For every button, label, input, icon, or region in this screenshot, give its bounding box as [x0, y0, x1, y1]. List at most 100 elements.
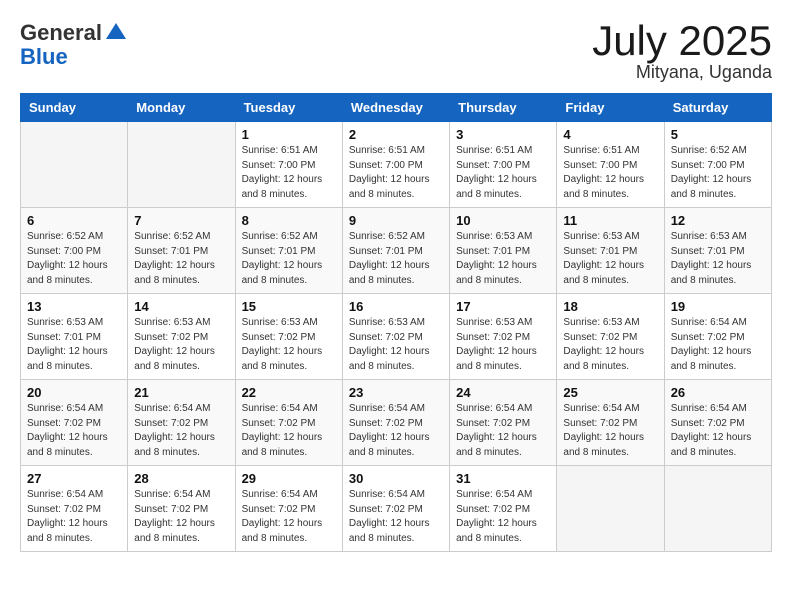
day-info: Sunrise: 6:53 AM Sunset: 7:02 PM Dayligh… — [242, 316, 336, 374]
logo-general-text: General — [20, 20, 102, 46]
day-info: Sunrise: 6:54 AM Sunset: 7:02 PM Dayligh… — [349, 402, 443, 460]
calendar-cell: 6 Sunrise: 6:52 AM Sunset: 7:00 PM Daylig… — [21, 208, 128, 294]
calendar-cell — [21, 122, 128, 208]
day-info: Sunrise: 6:51 AM Sunset: 7:00 PM Dayligh… — [456, 144, 550, 202]
calendar-cell: 13 Sunrise: 6:53 AM Sunset: 7:01 PM Dayli… — [21, 294, 128, 380]
calendar-week-row: 13 Sunrise: 6:53 AM Sunset: 7:01 PM Dayli… — [21, 294, 772, 380]
day-info: Sunrise: 6:53 AM Sunset: 7:01 PM Dayligh… — [27, 316, 121, 374]
day-number: 1 — [242, 127, 336, 142]
month-title: July 2025 — [592, 20, 772, 62]
day-number: 30 — [349, 471, 443, 486]
day-number: 25 — [563, 385, 657, 400]
calendar-cell: 9Sunrise: 6:52 AM Sunset: 7:01 PM Daylig… — [342, 208, 449, 294]
calendar-cell: 22Sunrise: 6:54 AM Sunset: 7:02 PM Dayli… — [235, 380, 342, 466]
day-number: 7 — [134, 213, 228, 228]
calendar-cell: 17 Sunrise: 6:53 AM Sunset: 7:02 PM Dayli… — [450, 294, 557, 380]
day-info: Sunrise: 6:54 AM Sunset: 7:02 PM Dayligh… — [27, 488, 121, 546]
calendar-cell: 16Sunrise: 6:53 AM Sunset: 7:02 PM Dayli… — [342, 294, 449, 380]
calendar-cell: 1 Sunrise: 6:51 AM Sunset: 7:00 PM Daylig… — [235, 122, 342, 208]
calendar-cell: 8Sunrise: 6:52 AM Sunset: 7:01 PM Daylig… — [235, 208, 342, 294]
calendar-cell: 11Sunrise: 6:53 AM Sunset: 7:01 PM Dayli… — [557, 208, 664, 294]
day-info: Sunrise: 6:54 AM Sunset: 7:02 PM Dayligh… — [456, 402, 550, 460]
page-header: General Blue July 2025 Mityana, Uganda — [20, 20, 772, 83]
calendar-cell: 27 Sunrise: 6:54 AM Sunset: 7:02 PM Dayli… — [21, 466, 128, 552]
calendar-cell: 10 Sunrise: 6:53 AM Sunset: 7:01 PM Dayli… — [450, 208, 557, 294]
calendar-week-row: 6 Sunrise: 6:52 AM Sunset: 7:00 PM Daylig… — [21, 208, 772, 294]
day-number: 6 — [27, 213, 121, 228]
calendar-cell — [557, 466, 664, 552]
day-number: 10 — [456, 213, 550, 228]
calendar-header-row: SundayMondayTuesdayWednesdayThursdayFrid… — [21, 94, 772, 122]
weekday-header-thursday: Thursday — [450, 94, 557, 122]
day-info: Sunrise: 6:54 AM Sunset: 7:02 PM Dayligh… — [27, 402, 121, 460]
day-info: Sunrise: 6:53 AM Sunset: 7:01 PM Dayligh… — [456, 230, 550, 288]
calendar-cell: 23 Sunrise: 6:54 AM Sunset: 7:02 PM Dayli… — [342, 380, 449, 466]
calendar-cell: 25 Sunrise: 6:54 AM Sunset: 7:02 PM Dayli… — [557, 380, 664, 466]
day-number: 13 — [27, 299, 121, 314]
calendar-cell: 14 Sunrise: 6:53 AM Sunset: 7:02 PM Dayli… — [128, 294, 235, 380]
day-number: 8 — [242, 213, 336, 228]
day-info: Sunrise: 6:54 AM Sunset: 7:02 PM Dayligh… — [671, 316, 765, 374]
day-number: 18 — [563, 299, 657, 314]
calendar-cell: 15 Sunrise: 6:53 AM Sunset: 7:02 PM Dayli… — [235, 294, 342, 380]
day-info: Sunrise: 6:53 AM Sunset: 7:01 PM Dayligh… — [671, 230, 765, 288]
day-info: Sunrise: 6:54 AM Sunset: 7:02 PM Dayligh… — [671, 402, 765, 460]
day-number: 23 — [349, 385, 443, 400]
weekday-header-monday: Monday — [128, 94, 235, 122]
calendar-cell: 20Sunrise: 6:54 AM Sunset: 7:02 PM Dayli… — [21, 380, 128, 466]
weekday-header-friday: Friday — [557, 94, 664, 122]
day-number: 15 — [242, 299, 336, 314]
day-info: Sunrise: 6:53 AM Sunset: 7:02 PM Dayligh… — [134, 316, 228, 374]
calendar-table: SundayMondayTuesdayWednesdayThursdayFrid… — [20, 93, 772, 552]
day-info: Sunrise: 6:53 AM Sunset: 7:02 PM Dayligh… — [456, 316, 550, 374]
calendar-cell: 30 Sunrise: 6:54 AM Sunset: 7:02 PM Dayli… — [342, 466, 449, 552]
day-number: 12 — [671, 213, 765, 228]
weekday-header-wednesday: Wednesday — [342, 94, 449, 122]
calendar-cell: 21Sunrise: 6:54 AM Sunset: 7:02 PM Dayli… — [128, 380, 235, 466]
calendar-cell — [128, 122, 235, 208]
calendar-cell: 29 Sunrise: 6:54 AM Sunset: 7:02 PM Dayli… — [235, 466, 342, 552]
title-block: July 2025 Mityana, Uganda — [592, 20, 772, 83]
day-number: 22 — [242, 385, 336, 400]
day-number: 31 — [456, 471, 550, 486]
calendar-cell — [664, 466, 771, 552]
calendar-cell: 19 Sunrise: 6:54 AM Sunset: 7:02 PM Dayli… — [664, 294, 771, 380]
day-info: Sunrise: 6:53 AM Sunset: 7:02 PM Dayligh… — [563, 316, 657, 374]
day-number: 16 — [349, 299, 443, 314]
calendar-cell: 18 Sunrise: 6:53 AM Sunset: 7:02 PM Dayli… — [557, 294, 664, 380]
day-number: 14 — [134, 299, 228, 314]
calendar-cell: 24 Sunrise: 6:54 AM Sunset: 7:02 PM Dayli… — [450, 380, 557, 466]
day-info: Sunrise: 6:54 AM Sunset: 7:02 PM Dayligh… — [242, 488, 336, 546]
day-number: 27 — [27, 471, 121, 486]
day-number: 2 — [349, 127, 443, 142]
day-number: 24 — [456, 385, 550, 400]
day-info: Sunrise: 6:51 AM Sunset: 7:00 PM Dayligh… — [563, 144, 657, 202]
day-info: Sunrise: 6:53 AM Sunset: 7:01 PM Dayligh… — [563, 230, 657, 288]
day-info: Sunrise: 6:52 AM Sunset: 7:01 PM Dayligh… — [349, 230, 443, 288]
day-info: Sunrise: 6:54 AM Sunset: 7:02 PM Dayligh… — [134, 488, 228, 546]
calendar-cell: 4 Sunrise: 6:51 AM Sunset: 7:00 PM Daylig… — [557, 122, 664, 208]
day-info: Sunrise: 6:52 AM Sunset: 7:01 PM Dayligh… — [134, 230, 228, 288]
calendar-cell: 28 Sunrise: 6:54 AM Sunset: 7:02 PM Dayli… — [128, 466, 235, 552]
logo-blue-text: Blue — [20, 44, 68, 69]
logo: General Blue — [20, 20, 128, 70]
day-number: 28 — [134, 471, 228, 486]
calendar-cell: 7 Sunrise: 6:52 AM Sunset: 7:01 PM Daylig… — [128, 208, 235, 294]
day-number: 26 — [671, 385, 765, 400]
logo-icon — [104, 21, 128, 45]
calendar-week-row: 27 Sunrise: 6:54 AM Sunset: 7:02 PM Dayli… — [21, 466, 772, 552]
calendar-week-row: 20Sunrise: 6:54 AM Sunset: 7:02 PM Dayli… — [21, 380, 772, 466]
day-info: Sunrise: 6:51 AM Sunset: 7:00 PM Dayligh… — [242, 144, 336, 202]
calendar-cell: 12 Sunrise: 6:53 AM Sunset: 7:01 PM Dayli… — [664, 208, 771, 294]
day-number: 29 — [242, 471, 336, 486]
day-number: 19 — [671, 299, 765, 314]
weekday-header-saturday: Saturday — [664, 94, 771, 122]
day-info: Sunrise: 6:54 AM Sunset: 7:02 PM Dayligh… — [563, 402, 657, 460]
day-info: Sunrise: 6:52 AM Sunset: 7:00 PM Dayligh… — [27, 230, 121, 288]
day-number: 17 — [456, 299, 550, 314]
day-info: Sunrise: 6:54 AM Sunset: 7:02 PM Dayligh… — [456, 488, 550, 546]
day-info: Sunrise: 6:54 AM Sunset: 7:02 PM Dayligh… — [349, 488, 443, 546]
calendar-cell: 31 Sunrise: 6:54 AM Sunset: 7:02 PM Dayli… — [450, 466, 557, 552]
weekday-header-tuesday: Tuesday — [235, 94, 342, 122]
day-number: 4 — [563, 127, 657, 142]
